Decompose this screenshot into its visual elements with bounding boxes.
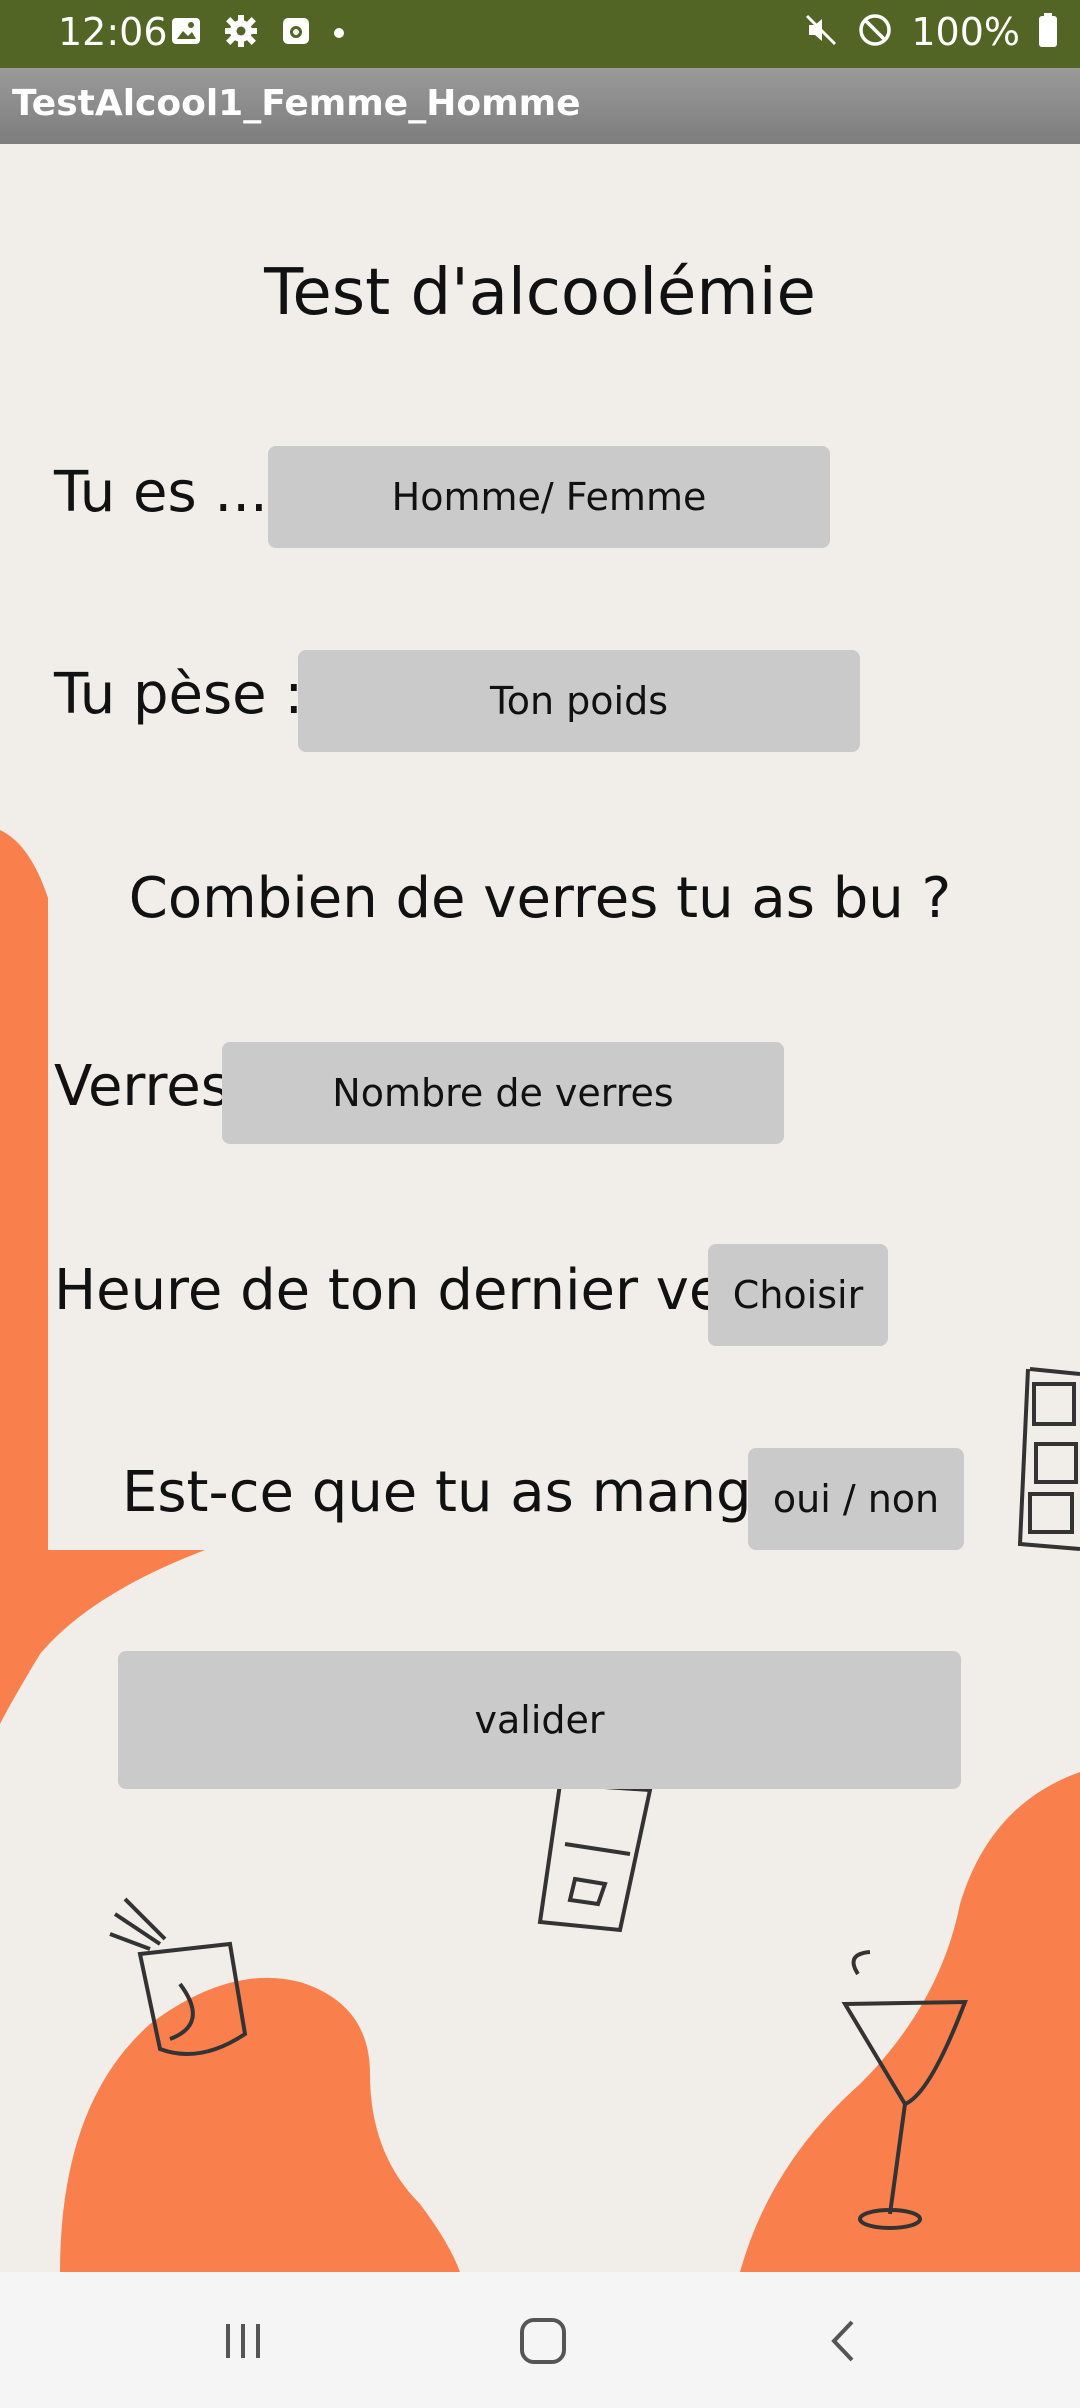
system-nav-bar <box>0 2272 1080 2408</box>
last-drink-label: Heure de ton dernier verre <box>54 1258 802 1323</box>
screen-record-icon <box>280 15 312 51</box>
home-icon[interactable] <box>498 2296 588 2386</box>
mute-icon <box>803 12 839 52</box>
notification-dot <box>334 28 344 38</box>
dnd-icon <box>857 12 893 52</box>
weight-input-button[interactable]: Ton poids <box>298 650 860 752</box>
page-heading: Test d'alcoolémie <box>264 256 816 330</box>
ate-label: Est-ce que tu as mangé ? <box>122 1460 834 1525</box>
glasses-question: Combien de verres tu as bu ? <box>128 866 952 931</box>
glasses-count-button[interactable]: Nombre de verres <box>222 1042 784 1144</box>
ate-toggle-button[interactable]: oui / non <box>748 1448 964 1550</box>
last-drink-time-button[interactable]: Choisir <box>708 1244 888 1346</box>
settings-icon <box>224 14 258 52</box>
app-title: TestAlcool1_Femme_Homme <box>12 83 581 124</box>
battery-icon <box>1038 12 1058 52</box>
submit-button[interactable]: valider <box>118 1651 961 1789</box>
sex-select-button[interactable]: Homme/ Femme <box>268 446 830 548</box>
weight-label: Tu pèse : <box>54 662 304 727</box>
status-time: 12:06 <box>58 10 168 54</box>
image-icon <box>170 15 202 51</box>
glasses-label: Verres <box>54 1054 230 1119</box>
sex-label: Tu es .... <box>54 460 286 525</box>
app-title-bar: TestAlcool1_Femme_Homme <box>0 68 1080 144</box>
main-screen: Test d'alcoolémie Tu es .... Homme/ Femm… <box>0 144 1080 2272</box>
status-bar: 12:06 100% <box>0 0 1080 68</box>
back-icon[interactable] <box>800 2296 890 2386</box>
recent-apps-icon[interactable] <box>198 2296 288 2386</box>
battery-percent: 100% <box>911 10 1020 54</box>
